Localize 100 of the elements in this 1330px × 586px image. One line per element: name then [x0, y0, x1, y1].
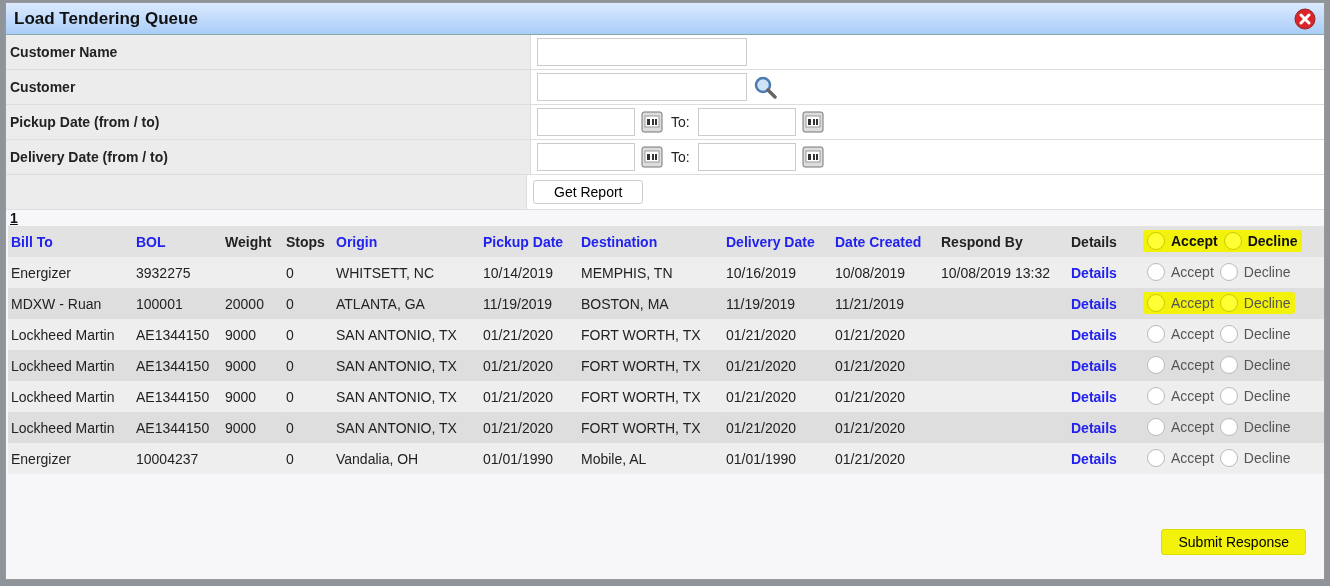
table-cell: 0 — [286, 388, 294, 405]
table-cell: 10/08/2019 13:32 — [941, 264, 1050, 281]
table-cell: 10/14/2019 — [483, 264, 554, 281]
field-label: Delivery Date (from / to) — [6, 140, 531, 174]
column-header[interactable]: Date Created — [832, 226, 938, 257]
table-cell: 0 — [286, 357, 294, 374]
column-header[interactable]: Destination — [578, 226, 723, 257]
date-field[interactable] — [697, 143, 796, 171]
table-cell: 0 — [286, 326, 294, 343]
accept-radio[interactable]: Accept — [1147, 294, 1214, 312]
table-cell: 01/21/2020 — [726, 357, 797, 374]
calendar-icon[interactable] — [641, 146, 663, 168]
column-header: Details — [1068, 226, 1140, 257]
table-cell: Lockheed Martin — [11, 419, 115, 436]
column-header: Weight — [222, 226, 283, 257]
table-cell: ATLANTA, GA — [336, 295, 425, 312]
column-header[interactable]: Origin — [333, 226, 480, 257]
table-cell: 0 — [286, 264, 294, 281]
field-label: Customer Name — [6, 35, 531, 69]
table-cell: 01/21/2020 — [835, 357, 906, 374]
table-cell: MDXW - Ruan — [11, 295, 102, 312]
table-cell: MEMPHIS, TN — [581, 264, 673, 281]
table-cell: FORT WORTH, TX — [581, 419, 701, 436]
table-cell: 10/16/2019 — [726, 264, 797, 281]
table-cell: AE1344150 — [136, 357, 210, 374]
table-cell: SAN ANTONIO, TX — [336, 419, 457, 436]
get-report-button[interactable]: Get Report — [533, 180, 644, 204]
table-cell: 01/01/1990 — [726, 450, 797, 467]
table-cell: 11/21/2019 — [835, 295, 905, 312]
calendar-icon[interactable] — [801, 146, 824, 168]
page-link[interactable]: 1 — [10, 210, 18, 226]
table-cell: 9000 — [225, 388, 257, 405]
text-field[interactable] — [537, 73, 747, 101]
accept-radio[interactable]: Accept — [1147, 232, 1218, 250]
accept-radio[interactable]: Accept — [1147, 325, 1214, 343]
table-cell: 10004237 — [136, 450, 199, 467]
table-cell: 01/21/2020 — [835, 450, 906, 467]
table-cell: 01/21/2020 — [483, 326, 554, 343]
table-cell: WHITSETT, NC — [336, 264, 434, 281]
table-cell: Energizer — [11, 264, 71, 281]
decline-radio[interactable]: Decline — [1219, 356, 1291, 374]
calendar-icon[interactable] — [801, 111, 824, 133]
accept-radio[interactable]: Accept — [1147, 263, 1214, 281]
decline-radio[interactable]: Decline — [1219, 294, 1291, 312]
search-icon[interactable] — [753, 75, 777, 99]
table-cell: BOSTON, MA — [581, 295, 669, 312]
table-cell: Energizer — [11, 450, 71, 467]
field-label: Customer — [6, 70, 531, 104]
column-header: Respond By — [938, 226, 1068, 257]
table-cell: 0 — [286, 295, 294, 312]
decline-radio[interactable]: Decline — [1219, 418, 1291, 436]
table-cell: Lockheed Martin — [11, 388, 115, 405]
table-cell: 01/21/2020 — [483, 388, 554, 405]
table-cell: 01/21/2020 — [483, 419, 554, 436]
table-cell: 9000 — [225, 326, 257, 343]
column-header[interactable]: BOL — [133, 226, 222, 257]
table-cell: 01/21/2020 — [483, 357, 554, 374]
to-label: To: — [671, 114, 690, 130]
table-cell: FORT WORTH, TX — [581, 357, 701, 374]
to-label: To: — [671, 149, 690, 165]
table-cell: 01/21/2020 — [835, 326, 906, 343]
table-cell: 01/21/2020 — [835, 388, 906, 405]
column-header[interactable]: Bill To — [8, 226, 133, 257]
accept-radio[interactable]: Accept — [1147, 418, 1214, 436]
table-cell: 100001 — [136, 295, 183, 312]
table-cell: Mobile, AL — [581, 450, 647, 467]
date-field[interactable] — [697, 108, 796, 136]
submit-button[interactable]: Submit Response — [1161, 529, 1306, 555]
text-field[interactable] — [537, 38, 747, 66]
table-cell: 9000 — [225, 357, 257, 374]
column-header[interactable]: Pickup Date — [480, 226, 578, 257]
date-field[interactable] — [537, 143, 635, 171]
decline-radio[interactable]: Decline — [1219, 449, 1291, 467]
close-icon[interactable] — [1294, 7, 1316, 30]
table-cell: 01/01/1990 — [483, 450, 554, 467]
decline-radio[interactable]: Decline — [1223, 232, 1298, 250]
table-cell: 11/19/2019 — [726, 295, 796, 312]
table-cell: 01/21/2020 — [726, 326, 797, 343]
accept-radio[interactable]: Accept — [1147, 387, 1214, 405]
decline-radio[interactable]: Decline — [1219, 387, 1291, 405]
table-cell: 01/21/2020 — [726, 388, 797, 405]
table-cell: SAN ANTONIO, TX — [336, 388, 457, 405]
table-cell: 11/19/2019 — [483, 295, 553, 312]
table-cell: Vandalia, OH — [336, 450, 419, 467]
table-cell: 9000 — [225, 419, 257, 436]
column-header: Stops — [283, 226, 333, 257]
field-label: Pickup Date (from / to) — [6, 105, 531, 139]
date-field[interactable] — [537, 108, 635, 136]
table-cell: SAN ANTONIO, TX — [336, 357, 457, 374]
table-cell: AE1344150 — [136, 326, 210, 343]
calendar-icon[interactable] — [641, 111, 663, 133]
table-cell: Lockheed Martin — [11, 326, 115, 343]
column-header[interactable]: Delivery Date — [723, 226, 832, 257]
accept-radio[interactable]: Accept — [1147, 356, 1214, 374]
window-title: Load Tendering Queue — [14, 8, 198, 29]
table-cell: 01/21/2020 — [835, 419, 906, 436]
decline-radio[interactable]: Decline — [1219, 325, 1291, 343]
decline-radio[interactable]: Decline — [1219, 263, 1291, 281]
accept-radio[interactable]: Accept — [1147, 449, 1214, 467]
table-cell: 0 — [286, 419, 294, 436]
